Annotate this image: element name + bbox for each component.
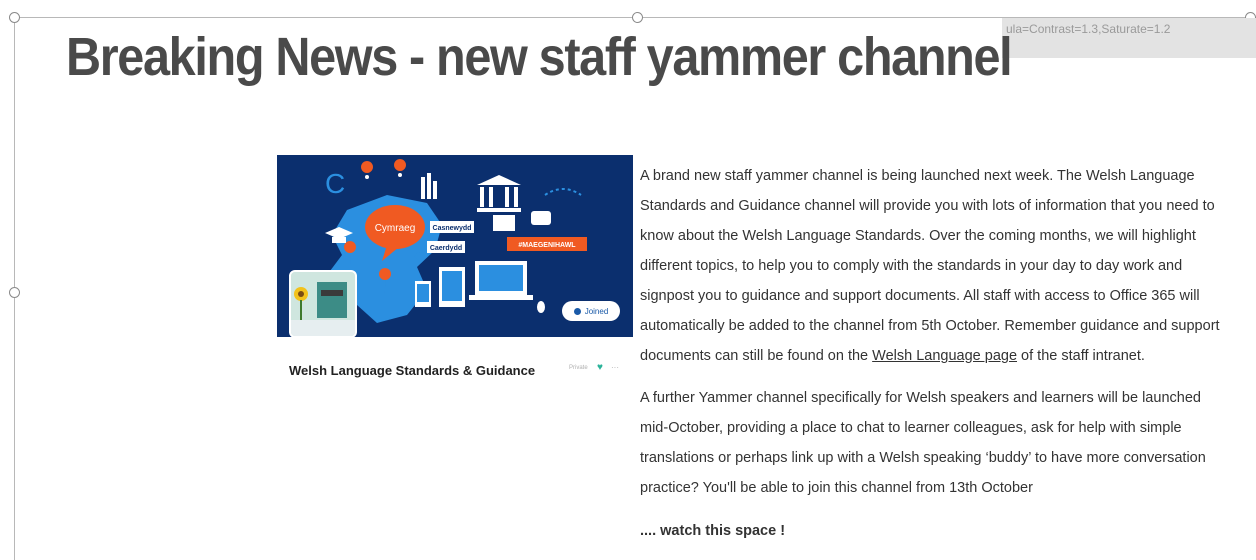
group-avatar xyxy=(289,270,357,338)
welsh-language-page-link[interactable]: Welsh Language page xyxy=(872,348,1017,364)
paragraph-2: A further Yammer channel specifically fo… xyxy=(640,383,1206,503)
paragraph-1: A brand new staff yammer channel is bein… xyxy=(640,161,1220,371)
text-line: signpost you to guidance and support doc… xyxy=(640,288,1200,304)
tag-cymraeg: Cymraeg xyxy=(375,223,416,234)
text-line: documents can still be found on the Wels… xyxy=(640,341,1220,371)
resize-handle-top-left[interactable] xyxy=(9,12,20,23)
book-icon xyxy=(421,173,437,199)
check-icon xyxy=(573,307,581,315)
text-line: A further Yammer channel specifically fo… xyxy=(640,390,1201,406)
resize-handle-top-middle[interactable] xyxy=(632,12,643,23)
text-segment: documents can still be found on the xyxy=(640,348,873,364)
text-line: automatically be added to the channel fr… xyxy=(640,318,1220,334)
text-segment: of the staff intranet. xyxy=(1017,348,1145,364)
avatar-illustration xyxy=(291,272,355,336)
c-logo: C xyxy=(325,168,345,199)
text-line: practice? You'll be able to join this ch… xyxy=(640,480,1033,496)
joined-button[interactable]: Joined xyxy=(562,301,620,321)
tag-caerdydd: Caerdydd xyxy=(430,245,462,252)
group-privacy: Private xyxy=(569,365,588,371)
tag-hashtag: #MAEGENIHAWL xyxy=(518,242,576,249)
resize-handle-middle-left[interactable] xyxy=(9,287,20,298)
text-line: different topics, to help you to comply … xyxy=(640,258,1183,274)
tag-casnewydd: Casnewydd xyxy=(433,225,472,232)
joined-label: Joined xyxy=(584,306,609,316)
laptop-icon xyxy=(469,261,533,300)
group-name[interactable]: Welsh Language Standards & Guidance xyxy=(289,363,535,378)
text-line: translations or perhaps link up with a W… xyxy=(640,450,1206,466)
yammer-group-card[interactable]: Cymraeg Casnewydd Caerdydd #MAEGENIHAWL … xyxy=(277,155,633,390)
text-line: know about the Welsh Language Standards.… xyxy=(640,228,1196,244)
bank-icon xyxy=(477,175,521,212)
text-line: Standards and Guidance channel will prov… xyxy=(640,198,1215,214)
tablet-icon xyxy=(439,267,465,307)
formula-text: ula=Contrast=1.3,Saturate=1.2 xyxy=(1006,22,1171,36)
watch-this-space: .... watch this space ! xyxy=(640,523,786,539)
more-icon[interactable]: ··· xyxy=(611,363,619,372)
phone-icon xyxy=(415,281,431,307)
text-line: mid-October, providing a place to chat t… xyxy=(640,420,1182,436)
page-title: Breaking News - new staff yammer channel xyxy=(66,27,1013,87)
heart-icon[interactable]: ♥ xyxy=(597,362,603,373)
mouse-icon xyxy=(537,301,545,313)
text-line: A brand new staff yammer channel is bein… xyxy=(640,168,1195,184)
